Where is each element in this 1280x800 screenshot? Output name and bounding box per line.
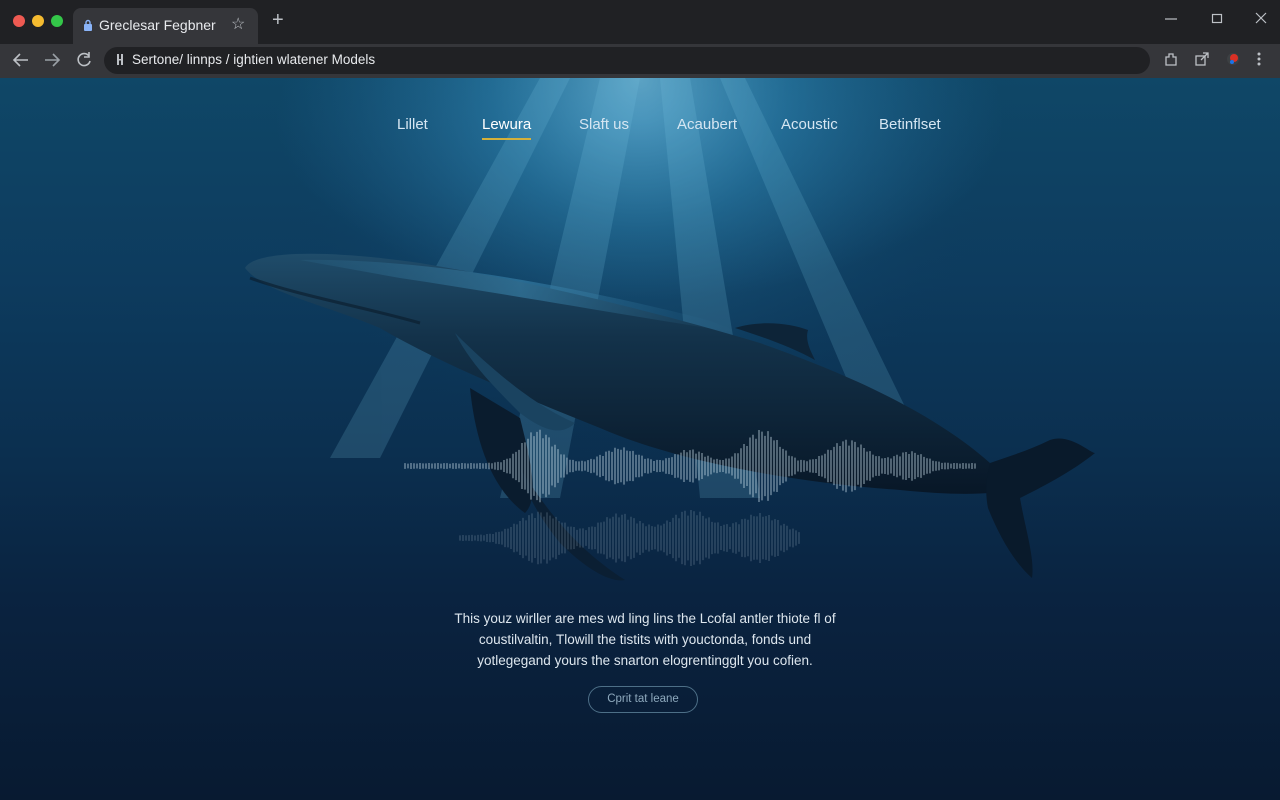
minimize-window-dot[interactable]: [32, 15, 44, 27]
site-info-icon[interactable]: [116, 53, 125, 71]
cta-button[interactable]: Cprit tat leane: [588, 686, 698, 713]
profile-icon[interactable]: [1225, 51, 1241, 72]
nav-item-lewura[interactable]: Lewura: [482, 116, 532, 140]
minimize-icon[interactable]: [1165, 11, 1177, 29]
close-icon[interactable]: [1255, 11, 1267, 29]
browser-tab[interactable]: Greclesar Fegbner ☆: [73, 8, 258, 44]
hero-line: coustilvaltin, Tlowill the tistits with …: [478, 632, 812, 647]
nav-item-acaubert[interactable]: Acaubert: [677, 116, 737, 133]
tab-strip: Greclesar Fegbner ☆ +: [0, 0, 1280, 44]
maximize-window-dot[interactable]: [51, 15, 63, 27]
nav-item-lillet[interactable]: Lillet: [397, 116, 428, 133]
more-menu-icon[interactable]: [1256, 51, 1262, 72]
browser-chrome: Greclesar Fegbner ☆ + Sertone/ linnps /: [0, 0, 1280, 78]
tab-title: Greclesar Fegbner: [99, 17, 216, 33]
forward-icon[interactable]: [43, 49, 61, 76]
back-icon[interactable]: [12, 49, 30, 76]
address-bar[interactable]: Sertone/ linnps / ightien wlatener Model…: [104, 47, 1150, 74]
nav-item-betinflset[interactable]: Betinflset: [879, 116, 941, 133]
new-tab-button[interactable]: +: [272, 10, 284, 30]
active-nav-indicator: [482, 138, 532, 140]
nav-item-acoustic[interactable]: Acoustic: [781, 116, 838, 133]
restore-icon[interactable]: [1211, 11, 1223, 29]
star-icon[interactable]: ☆: [231, 14, 245, 34]
nav-item-label: Lewura: [482, 116, 532, 133]
share-icon[interactable]: [1194, 51, 1210, 72]
lock-icon: [83, 19, 93, 37]
browser-toolbar: Sertone/ linnps / ightien wlatener Model…: [0, 44, 1280, 78]
address-url: Sertone/ linnps / ightien wlatener Model…: [132, 52, 376, 67]
hero-line: This youz wirller are mes wd ling lins t…: [454, 611, 836, 626]
extension-icon[interactable]: [1164, 51, 1179, 72]
close-window-dot[interactable]: [13, 15, 25, 27]
hero-description: This youz wirller are mes wd ling lins t…: [440, 608, 850, 671]
nav-item-slaft-us[interactable]: Slaft us: [579, 116, 629, 133]
web-page: Lillet Lewura Slaft us Acaubert Acoustic…: [0, 78, 1280, 800]
hero-line: yotlegegand yours the snarton elogrentin…: [477, 653, 813, 668]
reload-icon[interactable]: [75, 49, 93, 76]
